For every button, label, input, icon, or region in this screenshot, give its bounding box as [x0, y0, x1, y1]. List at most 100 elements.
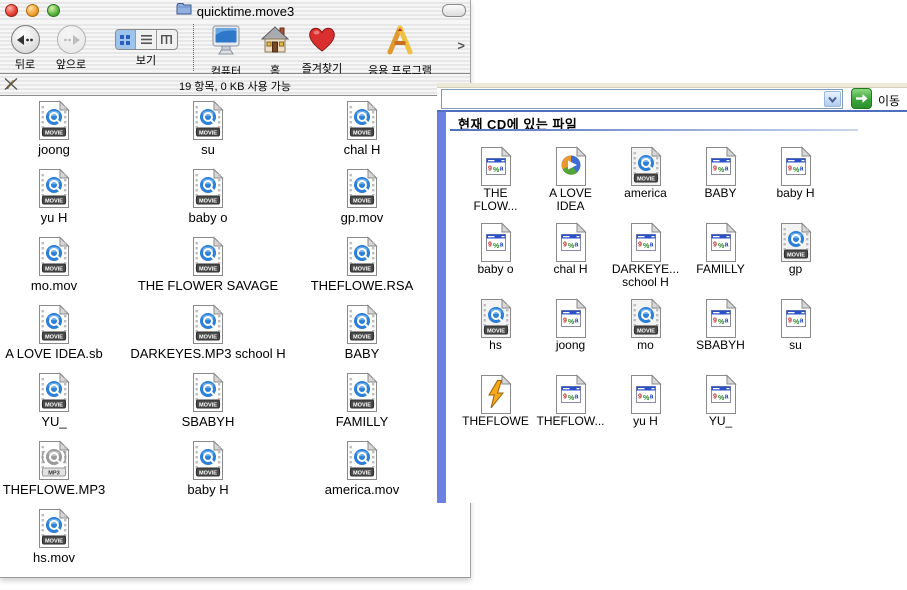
svg-text:9: 9: [563, 394, 567, 401]
panel-left-blue-bar: [437, 112, 446, 503]
file-item[interactable]: MOVIEsu: [131, 97, 285, 165]
file-label: baby o: [477, 263, 513, 276]
file-item[interactable]: 9%asu: [758, 292, 833, 368]
file-label: BABY: [345, 346, 380, 361]
svg-text:9: 9: [488, 166, 492, 173]
file-label: baby H: [187, 482, 228, 497]
go-button-label[interactable]: 이동: [878, 92, 900, 109]
svg-text:9: 9: [563, 242, 567, 249]
qt-movie-icon: MOVIE: [346, 372, 378, 413]
svg-text:MOVIE: MOVIE: [353, 130, 371, 136]
file-item[interactable]: MOVIEbaby H: [131, 437, 285, 505]
file-item[interactable]: 9%ababy o: [458, 216, 533, 292]
svg-text:a: a: [649, 242, 653, 249]
svg-text:MP3: MP3: [48, 470, 60, 476]
applications-button[interactable]: 응용 프로그램: [358, 25, 442, 78]
file-label: chal H: [344, 142, 381, 157]
file-label: joong: [38, 142, 70, 157]
file-item[interactable]: MP3THEFLOWE.MP3: [0, 437, 131, 505]
xp-toolbar-strip: [437, 83, 907, 88]
file-label: THE FLOW...: [473, 187, 517, 213]
forward-button[interactable]: 앞으로: [39, 25, 103, 72]
list-view-button[interactable]: [135, 30, 156, 49]
close-button[interactable]: [5, 4, 18, 17]
file-item[interactable]: MOVIEYU_: [0, 369, 131, 437]
header-underline: [450, 129, 858, 131]
qt-movie-icon: MOVIE: [38, 100, 70, 141]
file-item[interactable]: THEFLOWE: [458, 368, 533, 444]
file-item[interactable]: MOVIE chal H: [285, 97, 439, 165]
file-item[interactable]: MOVIEDARKEYES.MP3 school H: [131, 301, 285, 369]
svg-text:9: 9: [713, 394, 717, 401]
svg-text:MOVIE: MOVIE: [199, 334, 217, 340]
file-item[interactable]: 9%ababy H: [758, 140, 833, 216]
file-item[interactable]: 9%achal H: [533, 216, 608, 292]
finder-titlebar[interactable]: quicktime.move3: [0, 0, 470, 22]
address-combobox[interactable]: [441, 89, 843, 109]
favorites-button[interactable]: 즐겨찾기: [290, 25, 354, 76]
file-item[interactable]: MOVIEgp: [758, 216, 833, 292]
file-item[interactable]: MOVIEmo: [608, 292, 683, 368]
file-item[interactable]: 9%ajoong: [533, 292, 608, 368]
svg-text:9: 9: [638, 394, 642, 401]
file-label: hs: [489, 339, 502, 352]
file-item[interactable]: 9%aBABY: [683, 140, 758, 216]
file-item[interactable]: 9%aDARKEYE... school H: [608, 216, 683, 292]
html-icon: 9%a: [480, 222, 512, 262]
file-item[interactable]: MOVIETHEFLOWE.RSA: [285, 233, 439, 301]
zoom-button[interactable]: [47, 4, 60, 17]
file-item[interactable]: MOVIEamerica.mov: [285, 437, 439, 505]
file-item[interactable]: 9%aTHEFLOW...: [533, 368, 608, 444]
minimize-button[interactable]: [26, 4, 39, 17]
file-item[interactable]: MOVIEgp.mov: [285, 165, 439, 233]
qt-movie-icon: MOVIE: [346, 100, 378, 141]
file-item[interactable]: 9%aFAMILLY: [683, 216, 758, 292]
file-label: YU_: [709, 415, 732, 428]
html-icon: 9%a: [705, 222, 737, 262]
finder-file-grid: MOVIEjoongMOVIEsuMOVIEchal HMOVIEyu HMOV…: [0, 97, 439, 573]
go-button[interactable]: [851, 88, 872, 109]
qt-movie-icon: MOVIE: [192, 100, 224, 141]
html-icon: 9%a: [480, 146, 512, 186]
file-item[interactable]: MOVIEamerica: [608, 140, 683, 216]
file-item[interactable]: A LOVE IDEA: [533, 140, 608, 216]
column-view-button[interactable]: [156, 30, 177, 49]
svg-text:a: a: [724, 242, 728, 249]
file-item[interactable]: MOVIEhs: [458, 292, 533, 368]
status-text: 19 항목, 0 KB 사용 가능: [0, 78, 470, 94]
html-icon: 9%a: [555, 374, 587, 414]
file-label: FAMILLY: [696, 263, 744, 276]
file-item[interactable]: MOVIEbaby o: [131, 165, 285, 233]
forward-label: 앞으로: [56, 56, 86, 72]
file-item[interactable]: MOVIEA LOVE IDEA.sb: [0, 301, 131, 369]
file-item[interactable]: MOVIE joong: [0, 97, 131, 165]
svg-text:MOVIE: MOVIE: [353, 470, 371, 476]
svg-text:9: 9: [488, 242, 492, 249]
address-input[interactable]: [444, 91, 822, 107]
svg-text:MOVIE: MOVIE: [45, 130, 63, 136]
file-label: chal H: [553, 263, 587, 276]
file-item[interactable]: MOVIETHE FLOWER SAVAGE: [131, 233, 285, 301]
file-item[interactable]: 9%aTHE FLOW...: [458, 140, 533, 216]
qt-movie-icon: MOVIE: [346, 304, 378, 345]
icon-view-button[interactable]: [116, 30, 136, 49]
file-item[interactable]: MOVIEyu H: [0, 165, 131, 233]
toolbar-overflow-chevron[interactable]: >: [457, 38, 465, 53]
toolbar-toggle-pill[interactable]: [442, 4, 466, 17]
file-item[interactable]: MOVIEmo.mov: [0, 233, 131, 301]
file-item[interactable]: MOVIEhs.mov: [0, 505, 131, 573]
file-item[interactable]: MOVIESBABYH: [131, 369, 285, 437]
file-item[interactable]: MOVIEBABY: [285, 301, 439, 369]
qt-movie-icon: MOVIE: [192, 236, 224, 277]
file-item[interactable]: 9%aYU_: [683, 368, 758, 444]
file-item[interactable]: 9%ayu H: [608, 368, 683, 444]
svg-text:MOVIE: MOVIE: [636, 176, 654, 182]
html-icon: 9%a: [780, 146, 812, 186]
file-label: THE FLOWER SAVAGE: [138, 278, 278, 293]
qt-movie-icon: MOVIE: [346, 236, 378, 277]
file-item[interactable]: 9%aSBABYH: [683, 292, 758, 368]
qt-movie-xp-icon: MOVIE: [480, 298, 512, 338]
file-label: su: [789, 339, 802, 352]
combo-dropdown-button[interactable]: [824, 91, 841, 107]
file-item[interactable]: MOVIEFAMILLY: [285, 369, 439, 437]
